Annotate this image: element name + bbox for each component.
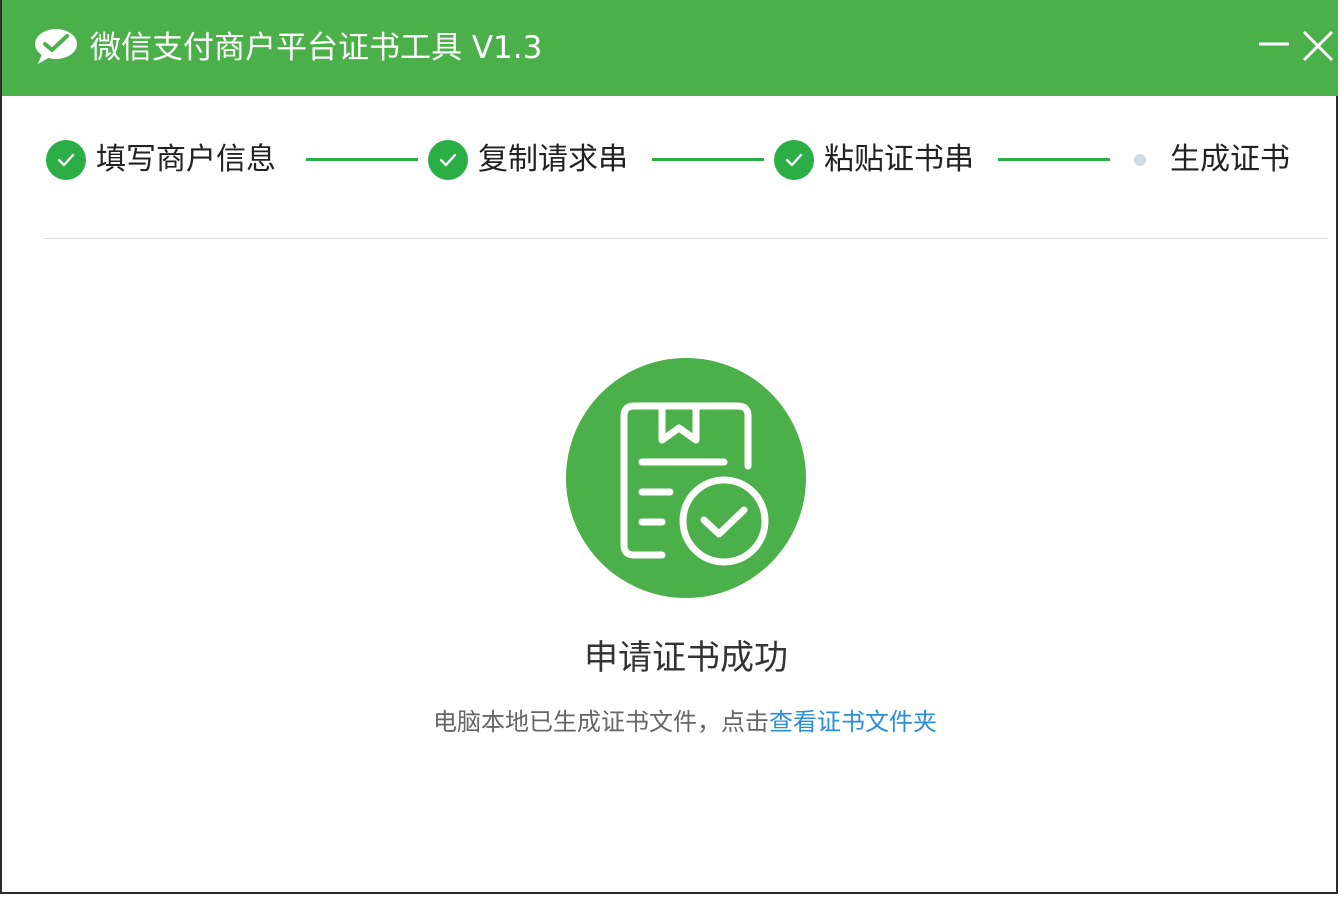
- step-connector: [652, 158, 764, 161]
- step-connector: [306, 158, 418, 161]
- wechat-logo-icon: [35, 29, 77, 64]
- step-paste-certificate: 粘贴证书串: [774, 138, 974, 182]
- check-circle-icon: [774, 140, 814, 180]
- check-circle-icon: [428, 140, 468, 180]
- step-connector: [998, 158, 1110, 161]
- step-label: 复制请求串: [478, 142, 628, 177]
- check-circle-icon: [46, 140, 86, 180]
- close-button[interactable]: [1300, 28, 1336, 64]
- step-generate-certificate: 生成证书: [1134, 138, 1290, 182]
- minimize-icon: [1259, 42, 1289, 46]
- open-certificate-folder-link[interactable]: 查看证书文件夹: [769, 708, 937, 736]
- success-description-text: 电脑本地已生成证书文件，点击: [433, 708, 769, 736]
- success-description: 电脑本地已生成证书文件，点击查看证书文件夹: [2, 704, 1342, 740]
- step-label: 生成证书: [1170, 142, 1290, 177]
- close-icon: [1302, 30, 1334, 62]
- step-fill-merchant-info: 填写商户信息: [46, 138, 276, 182]
- divider: [44, 238, 1328, 239]
- app-window: 微信支付商户平台证书工具 V1.3 填写商户信息 复制请求串 粘贴证书串 生成证…: [0, 0, 1338, 894]
- window-title: 微信支付商户平台证书工具 V1.3: [90, 30, 543, 66]
- minimize-button[interactable]: [1256, 28, 1292, 64]
- dot-icon: [1134, 154, 1146, 166]
- certificate-success-icon: [566, 358, 806, 598]
- success-title: 申请证书成功: [584, 638, 788, 678]
- step-label: 粘贴证书串: [824, 142, 974, 177]
- step-copy-request: 复制请求串: [428, 138, 628, 182]
- step-label: 填写商户信息: [96, 142, 276, 177]
- title-bar: 微信支付商户平台证书工具 V1.3: [2, 0, 1338, 96]
